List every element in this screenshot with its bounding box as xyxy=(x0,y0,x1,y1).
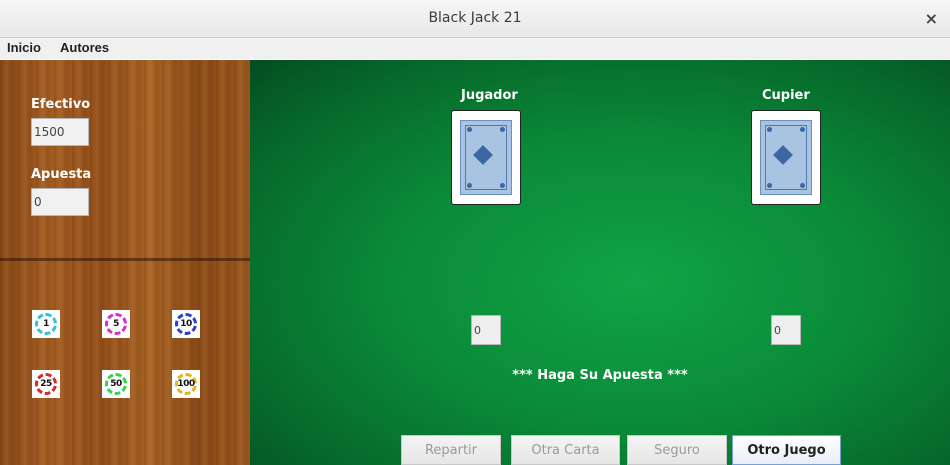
window-title: Black Jack 21 xyxy=(428,10,522,26)
chip-icon: 100 xyxy=(175,373,197,395)
game-table: Jugador Cupier 0 0 xyxy=(250,60,950,465)
close-icon[interactable]: × xyxy=(925,9,938,28)
efectivo-label: Efectivo xyxy=(31,97,91,112)
apuesta-label: Apuesta xyxy=(31,167,92,182)
wood-sidebar: Efectivo 1500 Apuesta 0 1 5 10 25 50 100 xyxy=(0,60,250,465)
efectivo-field[interactable]: 1500 xyxy=(31,118,89,146)
otro-juego-button[interactable]: Otro Juego xyxy=(732,435,841,465)
player-label: Jugador xyxy=(461,88,518,103)
chip-1-button[interactable]: 1 xyxy=(32,310,60,338)
status-message: *** Haga Su Apuesta *** xyxy=(512,368,688,383)
chip-50-button[interactable]: 50 xyxy=(102,370,130,398)
card-back-icon xyxy=(460,120,512,195)
otra-carta-button[interactable]: Otra Carta xyxy=(511,435,620,465)
dealer-score-field: 0 xyxy=(771,315,801,345)
player-card xyxy=(451,110,521,205)
chip-10-button[interactable]: 10 xyxy=(172,310,200,338)
menu-autores[interactable]: Autores xyxy=(60,40,109,55)
player-score-field: 0 xyxy=(471,315,501,345)
chip-25-button[interactable]: 25 xyxy=(32,370,60,398)
chip-icon: 25 xyxy=(35,373,57,395)
menu-inicio[interactable]: Inicio xyxy=(7,40,41,55)
chip-icon: 10 xyxy=(175,313,197,335)
dealer-label: Cupier xyxy=(762,88,810,103)
apuesta-field[interactable]: 0 xyxy=(31,188,89,216)
menu-bar: Inicio Autores xyxy=(0,38,950,59)
dealer-card xyxy=(751,110,821,205)
wood-divider xyxy=(0,258,250,261)
card-back-icon xyxy=(760,120,812,195)
seguro-button[interactable]: Seguro xyxy=(627,435,727,465)
chip-5-button[interactable]: 5 xyxy=(102,310,130,338)
repartir-button[interactable]: Repartir xyxy=(401,435,501,465)
chip-100-button[interactable]: 100 xyxy=(172,370,200,398)
chip-icon: 50 xyxy=(105,373,127,395)
chip-icon: 5 xyxy=(105,313,127,335)
chip-icon: 1 xyxy=(35,313,57,335)
title-bar: Black Jack 21 × xyxy=(0,0,950,38)
